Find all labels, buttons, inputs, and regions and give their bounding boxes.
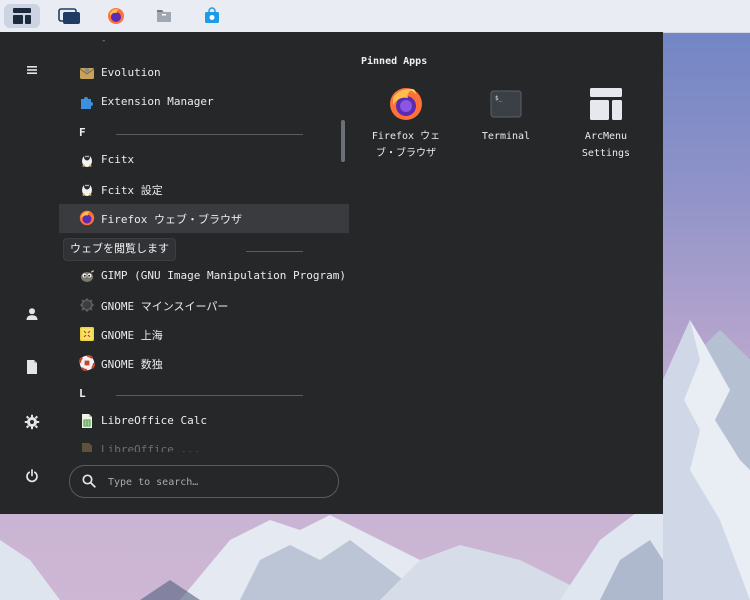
documents-button[interactable] <box>14 349 50 385</box>
firefox-icon <box>390 88 422 120</box>
app-label: GNOME マインスイーパー <box>101 300 229 313</box>
evolution-icon <box>79 68 95 79</box>
document-icon <box>82 443 92 452</box>
gear-icon <box>24 414 40 430</box>
power-button[interactable] <box>14 458 50 494</box>
app-label: LibreOffice ... <box>101 443 201 452</box>
app-item-firefox[interactable]: Firefox ウェブ・ブラウザ <box>59 204 349 233</box>
layout-icon <box>13 8 31 24</box>
divider <box>116 134 303 135</box>
app-item-gimp[interactable]: GIMP (GNU Image Manipulation Program) <box>59 262 349 291</box>
app-item-fcitx-settings[interactable]: Fcitx 設定 <box>59 175 349 204</box>
penguin-icon <box>82 182 92 196</box>
firefox-tooltip: ウェブを閲覧します <box>63 238 176 261</box>
app-item-gnome-sudoku[interactable]: GNOME 数独 <box>59 349 349 378</box>
spreadsheet-icon <box>82 414 92 428</box>
categories-menu-button[interactable] <box>14 52 50 88</box>
firefox-icon <box>79 210 95 226</box>
app-label: Evolution <box>101 66 161 79</box>
divider <box>116 395 303 396</box>
app-label: LibreOffice Calc <box>101 414 207 427</box>
windows-panel-button[interactable] <box>52 4 86 28</box>
divider <box>246 251 303 252</box>
menu-left-rail <box>0 32 60 514</box>
top-panel <box>0 0 750 33</box>
pinned-apps-title: Pinned Apps <box>361 56 428 67</box>
app-label: Firefox ウェブ・ブラウザ <box>101 213 242 226</box>
files-panel-button[interactable] <box>148 4 180 28</box>
app-item-extension-manager[interactable]: Extension Manager <box>59 88 349 117</box>
list-item: - <box>101 36 107 46</box>
pinned-app-label: Firefox ウェ ブ・ブラウザ <box>371 131 441 159</box>
pinned-app-label: Terminal <box>481 131 531 142</box>
pinned-app-firefox[interactable]: Firefox ウェ ブ・ブラウザ <box>356 78 456 162</box>
mahjongg-icon <box>80 327 94 341</box>
power-icon <box>26 469 38 483</box>
app-item-fcitx[interactable]: Fcitx <box>59 146 349 175</box>
document-icon <box>27 360 37 374</box>
app-item-gnome-mines[interactable]: GNOME マインスイーパー <box>59 291 349 320</box>
firefox-panel-button[interactable] <box>100 4 132 28</box>
app-label: Fcitx 設定 <box>101 184 163 197</box>
svg-text:$_: $_ <box>495 95 503 102</box>
app-label: GIMP (GNU Image Manipulation Program) <box>101 269 347 282</box>
search-box[interactable] <box>69 465 339 498</box>
section-header-f: F <box>59 124 349 144</box>
terminal-icon: $_ <box>490 90 522 118</box>
app-item-gnome-mahjongg[interactable]: GNOME 上海 <box>59 320 349 349</box>
firefox-icon <box>108 8 124 24</box>
search-input[interactable] <box>106 472 330 492</box>
puzzle-icon <box>81 97 93 109</box>
app-item-evolution[interactable]: Evolution <box>59 59 349 88</box>
search-icon <box>82 474 96 488</box>
penguin-icon <box>82 153 92 167</box>
app-list-scrollbar[interactable] <box>341 120 345 162</box>
user-icon <box>26 308 38 320</box>
app-label: GNOME 上海 <box>101 329 163 342</box>
layout-icon <box>590 88 622 120</box>
user-button[interactable] <box>14 296 50 332</box>
app-item-libreoffice-partial[interactable]: LibreOffice ... <box>59 436 349 452</box>
arcmenu-panel-button[interactable] <box>4 4 40 28</box>
app-label: GNOME 数独 <box>101 358 163 371</box>
store-panel-button[interactable] <box>196 4 228 28</box>
pinned-app-arcmenu-settings[interactable]: ArcMenu Settings <box>556 78 656 162</box>
pinned-app-terminal[interactable]: $_ Terminal <box>456 78 556 145</box>
arc-menu: - Evolution Extension Manager F Fcitx Fc… <box>0 32 663 514</box>
files-icon <box>157 10 171 22</box>
section-header-l: L <box>59 385 349 405</box>
settings-button[interactable] <box>14 404 50 440</box>
sudoku-icon <box>79 355 95 371</box>
app-label: Fcitx <box>101 153 135 166</box>
hamburger-icon <box>27 66 37 74</box>
windows-icon <box>58 8 80 24</box>
mine-icon <box>79 297 95 313</box>
app-label: Extension Manager <box>101 95 214 108</box>
store-icon <box>205 7 219 23</box>
pinned-app-label: ArcMenu Settings <box>581 131 631 159</box>
app-item-libreoffice-calc[interactable]: LibreOffice Calc <box>59 407 349 436</box>
gimp-icon <box>81 270 95 282</box>
